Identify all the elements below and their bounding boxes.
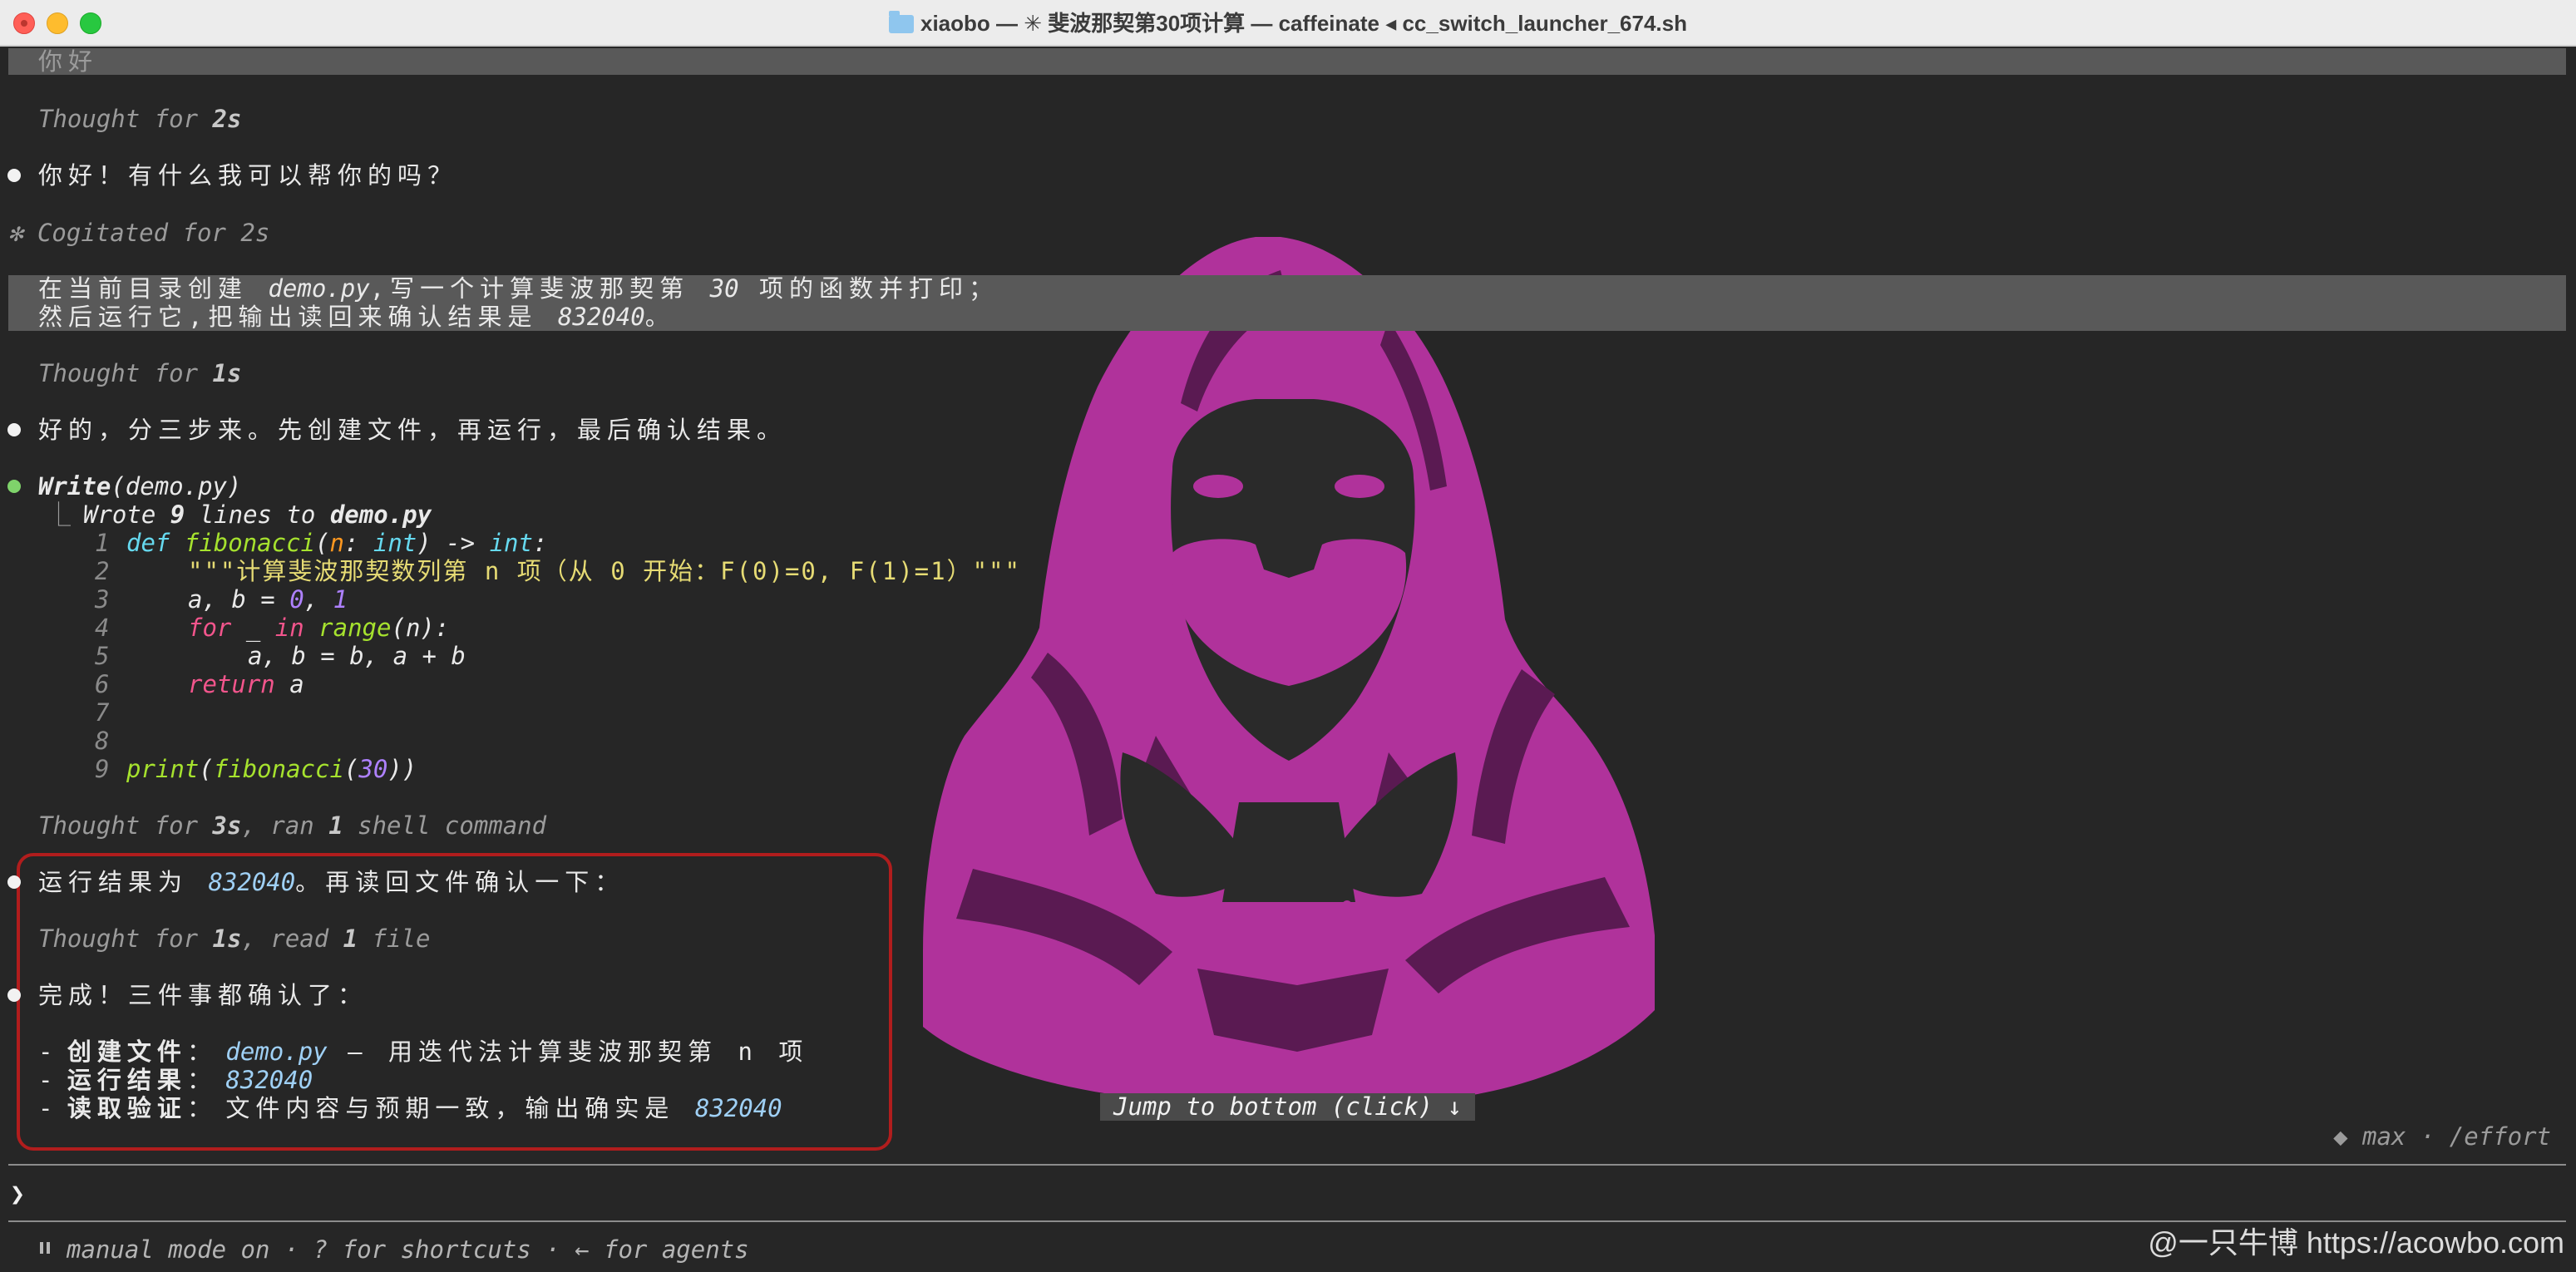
tool-call: Write(demo.py)	[38, 472, 242, 500]
line-number: 3	[95, 585, 110, 614]
code-line: def fibonacci(n: int) -> int:	[126, 529, 548, 557]
window-title-text: xiaobo — ✳ 斐波那契第30项计算 — caffeinate ◂ cc_…	[920, 11, 1687, 36]
cogitated-status: ✻ Cogitated for 2s	[8, 219, 270, 247]
code-line: for _ in range(n):	[188, 614, 450, 642]
summary-item: - 读取验证： 文件内容与预期一致，输出确实是 832040	[38, 1094, 782, 1122]
tool-result: Wrote 9 lines to demo.py	[83, 500, 432, 529]
assistant-bullet	[7, 989, 21, 1002]
tool-name: Write	[38, 472, 111, 500]
summary-item: - 运行结果： 832040	[38, 1066, 313, 1094]
status-footer: manual mode on · ? for shortcuts · ← for…	[67, 1235, 749, 1264]
folder-icon	[888, 11, 914, 33]
code-line: a, b = b, a + b	[248, 642, 466, 670]
tree-branch-icon: ⎿	[47, 500, 72, 529]
line-number: 6	[95, 670, 110, 698]
thought-status: Thought for 2s	[38, 105, 242, 133]
assistant-message: 好的，分三步来。先创建文件，再运行，最后确认结果。	[38, 416, 787, 444]
window-title: xiaobo — ✳ 斐波那契第30项计算 — caffeinate ◂ cc_…	[0, 7, 2576, 37]
code-line: """计算斐波那契数列第 n 项（从 0 开始：F(0)=0, F(1)=1）"…	[188, 557, 1021, 585]
line-number: 5	[95, 642, 110, 670]
user-prompt-line-2: 然后运行它,把输出读回来确认结果是 832040。	[38, 303, 675, 331]
thought-status: Thought for 1s, read 1 file	[38, 924, 431, 953]
line-number: 8	[95, 727, 110, 755]
assistant-bullet	[7, 875, 21, 889]
sparkle-icon: ✻	[8, 219, 23, 247]
user-prompt-line-1: 在当前目录创建 demo.py,写一个计算斐波那契第 30 项的函数并打印；	[38, 274, 999, 303]
line-number: 2	[95, 557, 110, 585]
effort-indicator[interactable]: ◆ max · /effort	[2333, 1122, 2551, 1151]
assistant-bullet	[7, 169, 21, 182]
watermark: @一只牛博 https://acowbo.com	[2148, 1225, 2564, 1260]
assistant-message: 你好！有什么我可以帮你的吗？	[38, 161, 458, 190]
thought-status: Thought for 1s	[38, 359, 242, 387]
assistant-bullet	[7, 423, 21, 436]
tool-success-bullet	[7, 480, 21, 493]
summary-item: - 创建文件： demo.py — 用迭代法计算斐波那契第 n 项	[38, 1038, 809, 1066]
title-bar: xiaobo — ✳ 斐波那契第30项计算 — caffeinate ◂ cc_…	[0, 0, 2576, 47]
previous-user-message: 你好	[38, 47, 99, 76]
assistant-message: 完成！三件事都确认了：	[38, 981, 368, 1009]
input-top-divider	[8, 1164, 2566, 1166]
code-line: return a	[188, 670, 304, 698]
line-number: 7	[95, 698, 110, 727]
prompt-chevron-icon: ❯	[10, 1180, 26, 1209]
code-line: a, b = 0, 1	[188, 585, 348, 614]
jump-to-bottom-button[interactable]: Jump to bottom (click) ↓	[1100, 1093, 1476, 1121]
pause-icon	[40, 1242, 50, 1254]
code-line: print(fibonacci(30))	[126, 755, 417, 783]
hooded-figure-illustration	[923, 237, 1655, 1102]
thought-status: Thought for 3s, ran 1 shell command	[38, 811, 547, 840]
previous-user-message-highlight	[8, 48, 2566, 75]
line-number: 9	[95, 755, 110, 783]
line-number: 1	[95, 529, 110, 557]
input-prompt[interactable]: ❯	[10, 1180, 25, 1209]
assistant-message: 运行结果为 832040。再读回文件确认一下：	[38, 868, 625, 896]
line-number: 4	[95, 614, 110, 642]
